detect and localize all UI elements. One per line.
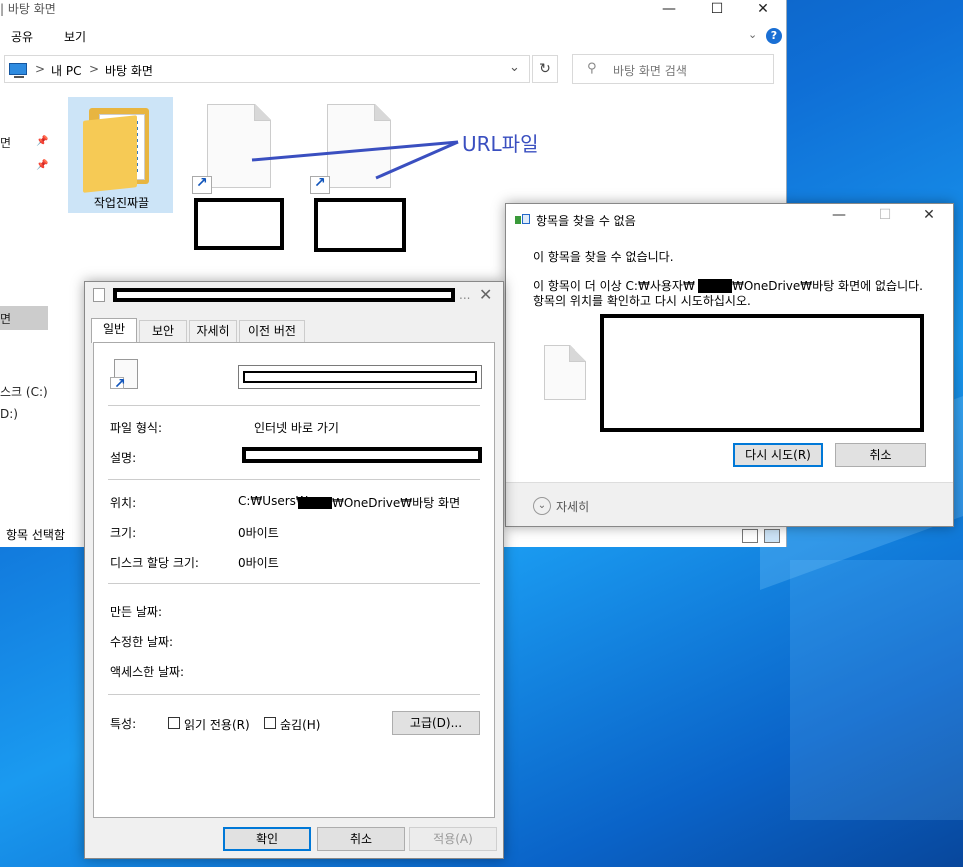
- redacted-filename: [314, 198, 406, 252]
- modified-label: 수정한 날짜:: [110, 635, 174, 649]
- desktop-window-glow: [790, 560, 963, 820]
- breadcrumb-sep: >: [35, 62, 46, 76]
- tab-previous-versions[interactable]: 이전 버전: [239, 320, 305, 342]
- separator: [108, 479, 480, 480]
- this-pc-icon: [9, 63, 27, 78]
- redacted-username: [698, 279, 732, 293]
- separator: [108, 583, 480, 584]
- redacted-description: [242, 447, 482, 463]
- maximize-button: ☐: [878, 207, 892, 223]
- redacted-username: [298, 497, 332, 509]
- refresh-icon[interactable]: ↻: [532, 55, 558, 83]
- nav-item-partial[interactable]: 면: [0, 134, 11, 151]
- hidden-label: 숨김(H): [280, 718, 321, 732]
- file-type-value: 인터넷 바로 가기: [254, 421, 339, 435]
- ribbon-tab-view[interactable]: 보기: [64, 28, 86, 45]
- minimize-button[interactable]: —: [646, 0, 692, 20]
- ribbon-expand-chevron-icon[interactable]: ⌄: [748, 28, 757, 41]
- size-value: 0바이트: [238, 526, 279, 540]
- nav-item-desktop-partial[interactable]: 면: [0, 310, 11, 327]
- chevron-down-icon[interactable]: ⌄: [533, 497, 551, 515]
- properties-dialog: ... ✕ 일반 보안 자세히 이전 버전 파일 형식: 인터넷 바로 가기 설…: [84, 281, 504, 859]
- close-button[interactable]: ✕: [906, 206, 952, 226]
- nav-item-local-disk-c[interactable]: 스크 (C:): [0, 383, 48, 400]
- large-icons-view-icon[interactable]: [764, 529, 780, 543]
- folder-label: 작업진짜끌: [93, 196, 150, 210]
- ribbon-tab-share[interactable]: 공유: [11, 28, 33, 45]
- window-title: | 바탕 화면: [0, 2, 56, 16]
- minimize-button[interactable]: —: [816, 206, 862, 226]
- title-ellipsis: ...: [459, 288, 471, 302]
- breadcrumb-desktop[interactable]: 바탕 화면: [105, 62, 153, 79]
- pin-icon: 📌: [36, 136, 49, 147]
- details-toggle[interactable]: 자세히: [556, 498, 589, 515]
- shortcut-arrow-icon: [192, 175, 212, 194]
- shortcut-arrow-icon: [110, 376, 126, 392]
- redacted-title: [113, 288, 455, 302]
- file-name-input[interactable]: [238, 365, 482, 389]
- maximize-button[interactable]: ☐: [694, 0, 740, 20]
- folder-item[interactable]: 작업진짜끌: [68, 97, 173, 213]
- view-switcher: [740, 527, 784, 545]
- file-type-label: 파일 형식:: [110, 421, 163, 435]
- search-box[interactable]: ⚲ 바탕 화면 검색: [572, 54, 774, 84]
- status-bar-text: 항목 선택함: [6, 528, 66, 542]
- dialog-app-icon: [515, 214, 531, 226]
- annotation-label: URL파일: [462, 132, 539, 156]
- separator: [108, 694, 480, 695]
- message-line-1: 이 항목을 찾을 수 없습니다.: [533, 250, 674, 264]
- cancel-button[interactable]: 취소: [317, 827, 405, 851]
- redacted-file-name: [243, 371, 477, 383]
- search-icon: ⚲: [587, 61, 597, 76]
- location-value-b: ₩OneDrive₩바탕 화면: [332, 496, 461, 510]
- dialog-title: 항목을 찾을 수 없음: [536, 214, 636, 228]
- general-panel: 파일 형식: 인터넷 바로 가기 설명: 위치: C:₩Users₩ ₩OneD…: [93, 342, 495, 818]
- folder-front-icon: [83, 115, 137, 193]
- size-label: 크기:: [110, 526, 137, 540]
- attributes-label: 특성:: [110, 717, 137, 731]
- separator: [108, 405, 480, 406]
- shortcut-file-icon: [93, 288, 105, 302]
- address-dropdown-icon[interactable]: ⌄: [509, 60, 520, 75]
- message-line-3: 항목의 위치를 확인하고 다시 시도하십시오.: [533, 294, 751, 308]
- search-placeholder: 바탕 화면 검색: [613, 64, 687, 78]
- breadcrumb-this-pc[interactable]: 내 PC: [51, 62, 81, 79]
- accessed-label: 액세스한 날짜:: [110, 665, 185, 679]
- readonly-label: 읽기 전용(R): [184, 718, 250, 732]
- hidden-checkbox[interactable]: [264, 717, 276, 729]
- disk-size-label: 디스크 할당 크기:: [110, 556, 199, 570]
- annotation-arrows: [251, 140, 459, 180]
- tab-security[interactable]: 보안: [139, 320, 187, 342]
- description-label: 설명:: [110, 451, 137, 465]
- dialog-footer: ⌄ 자세히: [506, 482, 953, 526]
- tab-details[interactable]: 자세히: [189, 320, 237, 342]
- ribbon: 공유 보기 ⌄: [0, 24, 787, 48]
- disk-size-value: 0바이트: [238, 556, 279, 570]
- address-bar[interactable]: > 내 PC > 바탕 화면 ⌄: [4, 55, 530, 83]
- ok-button[interactable]: 확인: [223, 827, 311, 851]
- close-icon[interactable]: ✕: [479, 285, 492, 304]
- readonly-checkbox[interactable]: [168, 717, 180, 729]
- message-line-2b: ₩OneDrive₩바탕 화면에 없습니다.: [732, 279, 923, 293]
- close-button[interactable]: ✕: [740, 0, 786, 20]
- document-icon: [544, 345, 586, 400]
- breadcrumb-sep: >: [89, 62, 100, 76]
- location-label: 위치:: [110, 496, 137, 510]
- tab-general[interactable]: 일반: [91, 318, 137, 343]
- title-bar: | 바탕 화면 — ☐ ✕: [0, 0, 787, 22]
- help-icon[interactable]: ?: [766, 28, 782, 44]
- cancel-button[interactable]: 취소: [835, 443, 926, 467]
- nav-item-drive-d[interactable]: D:): [0, 407, 18, 421]
- pin-icon: 📌: [36, 160, 49, 171]
- created-label: 만든 날짜:: [110, 605, 163, 619]
- redacted-filename: [194, 198, 284, 250]
- item-not-found-dialog: 항목을 찾을 수 없음 — ☐ ✕ 이 항목을 찾을 수 없습니다. 이 항목이…: [505, 203, 954, 527]
- details-view-icon[interactable]: [742, 529, 758, 543]
- retry-button[interactable]: 다시 시도(R): [733, 443, 823, 467]
- apply-button: 적용(A): [409, 827, 497, 851]
- redacted-file-info: [600, 314, 924, 432]
- advanced-button[interactable]: 고급(D)...: [392, 711, 480, 735]
